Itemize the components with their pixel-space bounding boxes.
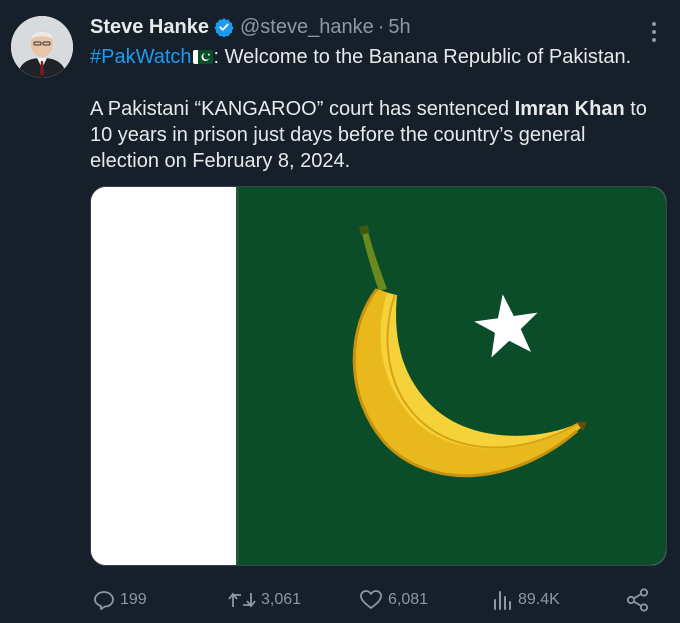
share-button[interactable] (625, 585, 655, 615)
repost-icon (228, 592, 256, 608)
tweet-text-court: A Pakistani “KANGAROO” court has sentenc… (90, 98, 515, 120)
tweet-header: Steve Hanke @steve_hanke · 5h (90, 14, 411, 40)
tweet-line-3: 10 years in prison just days before the … (90, 124, 586, 146)
tweet-image[interactable] (90, 186, 667, 566)
avatar[interactable] (11, 16, 73, 78)
reply-button[interactable]: 199 (92, 585, 147, 615)
like-count: 6,081 (388, 591, 429, 608)
handle[interactable]: @steve_hanke (240, 16, 374, 39)
share-icon (626, 588, 649, 612)
tweet-actions: 199 3,061 6,081 89.4K (90, 585, 660, 615)
tweet-line-1: #PakWatch : Welcome to the Banana Republi… (90, 44, 665, 70)
tweet-text-name: Imran Khan (514, 98, 625, 120)
display-name[interactable]: Steve Hanke (90, 16, 209, 39)
views-count: 89.4K (518, 591, 560, 608)
views-button[interactable]: 89.4K (492, 585, 560, 615)
reply-count: 199 (120, 591, 147, 608)
repost-button[interactable]: 3,061 (227, 585, 301, 615)
separator-dot: · (377, 15, 385, 38)
more-options-icon[interactable] (640, 18, 668, 46)
tweet-text-to: to (624, 98, 647, 120)
hashtag-link[interactable]: #PakWatch (90, 46, 192, 68)
tweet-line-2: A Pakistani “KANGAROO” court has sentenc… (90, 96, 665, 122)
tweet-card[interactable]: Steve Hanke @steve_hanke · 5h #PakWatch:… (0, 0, 680, 623)
repost-count: 3,061 (261, 591, 302, 608)
reply-icon (94, 591, 114, 610)
like-button[interactable]: 6,081 (358, 585, 428, 615)
tweet-text: #PakWatch : Welcome to the Banana Republi… (90, 44, 665, 174)
heart-icon (360, 590, 382, 609)
tweet-line-4: election on February 8, 2024. (90, 150, 351, 172)
verified-badge-icon (214, 17, 234, 38)
views-chart-icon (494, 591, 511, 610)
tweet-text-welcome: : Welcome to the Banana Republic of Paki… (213, 46, 632, 68)
pakistan-flag-icon (192, 50, 213, 64)
timestamp[interactable]: 5h (388, 16, 410, 39)
